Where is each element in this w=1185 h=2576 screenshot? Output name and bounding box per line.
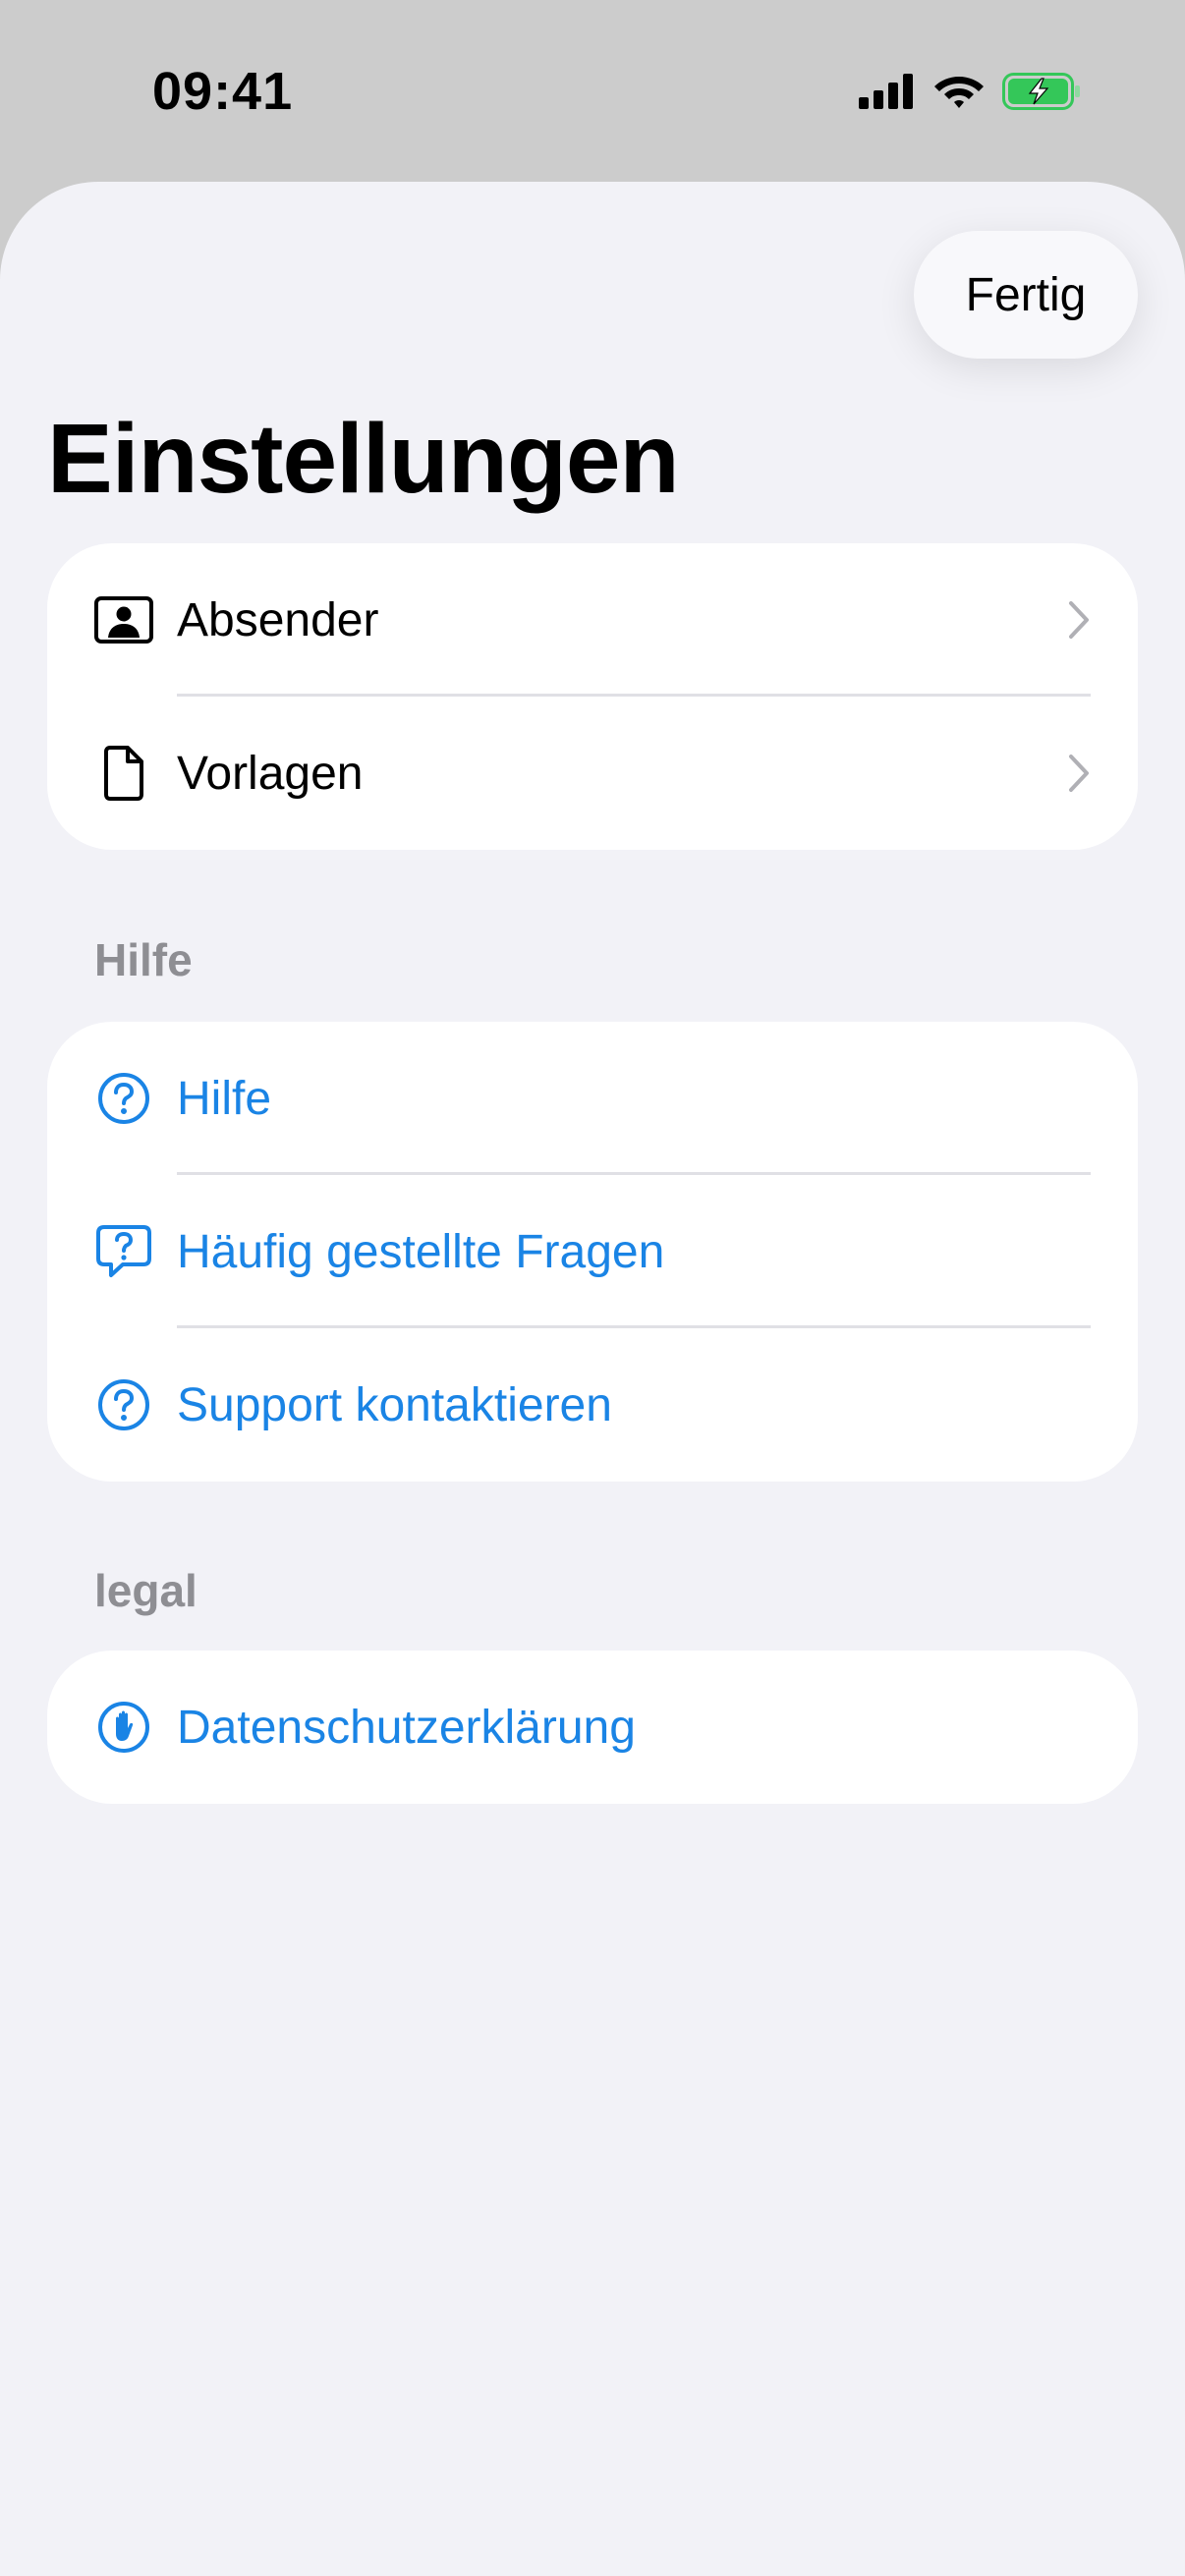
row-privacy[interactable]: Datenschutzerklärung (47, 1651, 1138, 1804)
chevron-right-icon (1069, 601, 1089, 639)
row-help[interactable]: Hilfe (47, 1022, 1138, 1175)
general-group: Absender Vorlagen (47, 543, 1138, 850)
section-header-help: Hilfe (94, 934, 193, 985)
section-header-legal: legal (94, 1565, 198, 1616)
legal-group: Datenschutzerklärung (47, 1651, 1138, 1804)
row-label: Hilfe (177, 1072, 272, 1125)
screen: 09:41 Fertig Einstellungen Absender Vorl… (0, 0, 1185, 2576)
row-absender[interactable]: Absender (47, 543, 1138, 697)
row-faq[interactable]: Häufig gestellte Fragen (47, 1175, 1138, 1328)
question-circle-icon (94, 1069, 153, 1128)
status-time: 09:41 (152, 62, 294, 121)
row-label: Absender (177, 593, 379, 646)
help-group: Hilfe Häufig gestellte Fragen Support ko… (47, 1022, 1138, 1482)
hand-raised-icon (94, 1698, 153, 1757)
row-label: Vorlagen (177, 747, 364, 800)
page-title: Einstellungen (47, 404, 680, 514)
status-bar: 09:41 (0, 0, 1185, 182)
question-circle-icon (94, 1375, 153, 1434)
row-label: Häufig gestellte Fragen (177, 1225, 665, 1278)
row-label: Support kontaktieren (177, 1378, 612, 1431)
settings-sheet: Fertig Einstellungen Absender Vorlagen H… (0, 182, 1185, 2576)
battery-charging-icon (1002, 73, 1080, 110)
row-support[interactable]: Support kontaktieren (47, 1328, 1138, 1482)
cellular-signal-icon (859, 74, 913, 109)
chevron-right-icon (1069, 755, 1089, 792)
question-bubble-icon (94, 1222, 153, 1281)
done-button[interactable]: Fertig (914, 231, 1138, 359)
person-card-icon (94, 590, 153, 649)
row-label: Datenschutzerklärung (177, 1701, 636, 1754)
status-icons (859, 73, 1081, 110)
document-icon (94, 744, 153, 803)
row-vorlagen[interactable]: Vorlagen (47, 697, 1138, 850)
wifi-icon (934, 77, 984, 108)
